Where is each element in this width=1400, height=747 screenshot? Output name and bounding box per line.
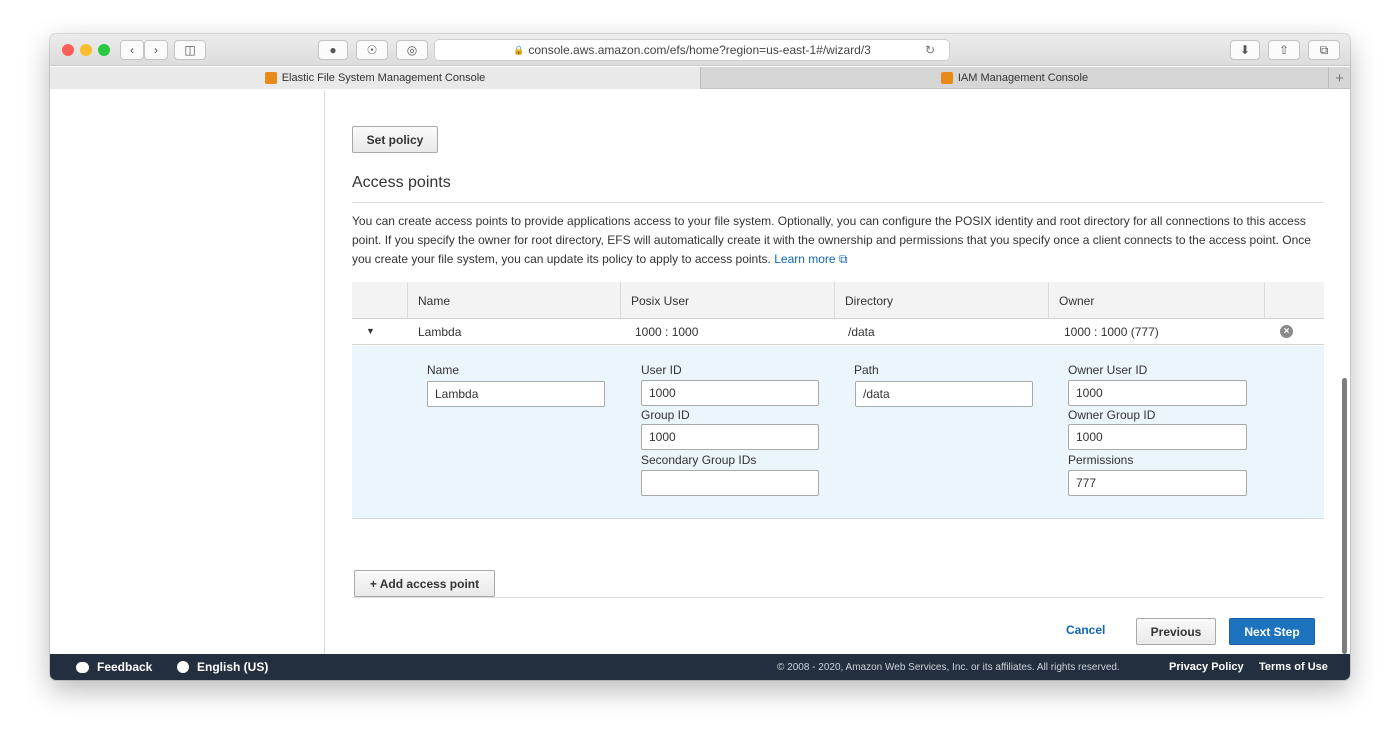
console-footer: Feedback English (US) © 2008 - 2020, Ama…: [50, 654, 1350, 680]
tabs-overview-button[interactable]: ⧉: [1308, 40, 1340, 60]
extension-button[interactable]: ●: [318, 40, 348, 60]
user-id-input[interactable]: [641, 380, 819, 406]
remove-access-point-icon[interactable]: ×: [1280, 325, 1293, 338]
shield-icon: ☉: [366, 43, 378, 57]
privacy-policy-link[interactable]: Privacy Policy: [1169, 654, 1244, 680]
speech-bubble-icon: [76, 661, 89, 673]
column-header-owner: Owner: [1048, 282, 1264, 319]
column-header-actions: [1264, 282, 1324, 319]
tab-label: Elastic File System Management Console: [281, 72, 486, 84]
globe-icon: [177, 661, 189, 673]
column-header-posix-user: Posix User: [620, 282, 832, 319]
name-label: Name: [427, 363, 460, 377]
cell-directory: /data: [848, 325, 875, 339]
chevron-right-icon: ›: [154, 43, 158, 57]
tabs-icon: ⧉: [1319, 42, 1329, 57]
close-window-icon[interactable]: [62, 44, 74, 56]
heading-divider: [352, 202, 1324, 203]
grammarly-icon: ●: [329, 43, 337, 57]
actions-divider: [352, 597, 1324, 598]
sidebar-toggle-button[interactable]: ◫: [174, 40, 206, 60]
owner-group-id-input[interactable]: [1068, 424, 1247, 450]
sidebar-icon: ◫: [184, 43, 196, 57]
access-point-detail-panel: Name User ID Group ID Secondary Group ID…: [352, 346, 1324, 519]
share-icon: ⇧: [1278, 43, 1290, 57]
name-input[interactable]: [427, 381, 605, 407]
tab-efs-console[interactable]: Elastic File System Management Console: [50, 67, 700, 89]
tab-iam-console[interactable]: IAM Management Console: [701, 67, 1328, 89]
aws-cube-icon: [940, 72, 953, 84]
table-header: Name Posix User Directory Owner: [352, 282, 1324, 319]
browser-window: ‹ › ◫ ● ☉ ◎ 🔒 console.aws.amazon.com/efs…: [50, 34, 1350, 680]
cancel-link[interactable]: Cancel: [1066, 623, 1105, 637]
forward-button[interactable]: ›: [144, 40, 168, 60]
cell-owner: 1000 : 1000 (777): [1064, 325, 1159, 339]
secondary-group-ids-label: Secondary Group IDs: [641, 453, 757, 467]
section-heading: Access points: [352, 174, 451, 191]
column-header-name: Name: [407, 282, 619, 319]
set-policy-button[interactable]: Set policy: [352, 126, 438, 153]
group-id-label: Group ID: [641, 408, 690, 422]
previous-button[interactable]: Previous: [1136, 618, 1216, 645]
zoom-window-icon[interactable]: [98, 44, 110, 56]
owner-user-id-input[interactable]: [1068, 380, 1247, 406]
group-id-input[interactable]: [641, 424, 819, 450]
address-bar[interactable]: 🔒 console.aws.amazon.com/efs/home?region…: [434, 39, 950, 61]
path-label: Path: [854, 363, 879, 377]
feedback-button[interactable]: Feedback: [76, 654, 152, 680]
language-selector[interactable]: English (US): [177, 654, 268, 680]
minimize-window-icon[interactable]: [80, 44, 92, 56]
left-navigation-column: [50, 90, 325, 654]
lock-icon: 🔒: [513, 44, 525, 55]
section-description: You can create access points to provide …: [352, 212, 1328, 269]
downloads-button[interactable]: ⬇: [1230, 40, 1260, 60]
aws-cube-icon: [264, 72, 277, 84]
permissions-input[interactable]: [1068, 470, 1247, 496]
owner-group-id-label: Owner Group ID: [1068, 408, 1156, 422]
path-input[interactable]: [855, 381, 1033, 407]
cell-name: Lambda: [418, 325, 462, 339]
table-row[interactable]: ▼ Lambda 1000 : 1000 /data 1000 : 1000 (…: [352, 319, 1324, 345]
column-header-directory: Directory: [834, 282, 1046, 319]
feedback-label: Feedback: [97, 660, 153, 674]
add-access-point-button[interactable]: + Add access point: [354, 570, 495, 597]
share-button[interactable]: ⇧: [1268, 40, 1300, 60]
new-tab-button[interactable]: +: [1328, 67, 1350, 89]
owner-user-id-label: Owner User ID: [1068, 363, 1148, 377]
url-text: console.aws.amazon.com/efs/home?region=u…: [528, 43, 871, 57]
shield-button[interactable]: ☉: [356, 40, 388, 60]
language-label: English (US): [197, 660, 269, 674]
download-icon: ⬇: [1239, 43, 1251, 57]
copyright-text: © 2008 - 2020, Amazon Web Services, Inc.…: [777, 661, 1120, 673]
reload-icon[interactable]: ↻: [925, 43, 935, 57]
password-button[interactable]: ◎: [396, 40, 428, 60]
terms-of-use-link[interactable]: Terms of Use: [1259, 654, 1328, 680]
cell-posix-user: 1000 : 1000: [635, 325, 699, 339]
user-id-label: User ID: [641, 363, 682, 377]
browser-toolbar: ‹ › ◫ ● ☉ ◎ 🔒 console.aws.amazon.com/efs…: [50, 34, 1350, 66]
next-step-button[interactable]: Next Step: [1229, 618, 1315, 645]
tab-bar: Elastic File System Management Console I…: [50, 67, 1350, 89]
back-button[interactable]: ‹: [120, 40, 144, 60]
secondary-group-ids-input[interactable]: [641, 470, 819, 496]
learn-more-link[interactable]: Learn more ⧉: [774, 252, 847, 266]
expand-caret-icon[interactable]: ▼: [366, 326, 375, 336]
tab-label: IAM Management Console: [957, 72, 1089, 84]
chevron-left-icon: ‹: [130, 43, 134, 57]
permissions-label: Permissions: [1068, 453, 1134, 467]
external-link-icon: ⧉: [838, 252, 848, 266]
page-content: Set policy Access points You can create …: [50, 90, 1350, 654]
onepassword-icon: ◎: [406, 43, 418, 57]
page-scrollbar[interactable]: [1342, 378, 1347, 654]
